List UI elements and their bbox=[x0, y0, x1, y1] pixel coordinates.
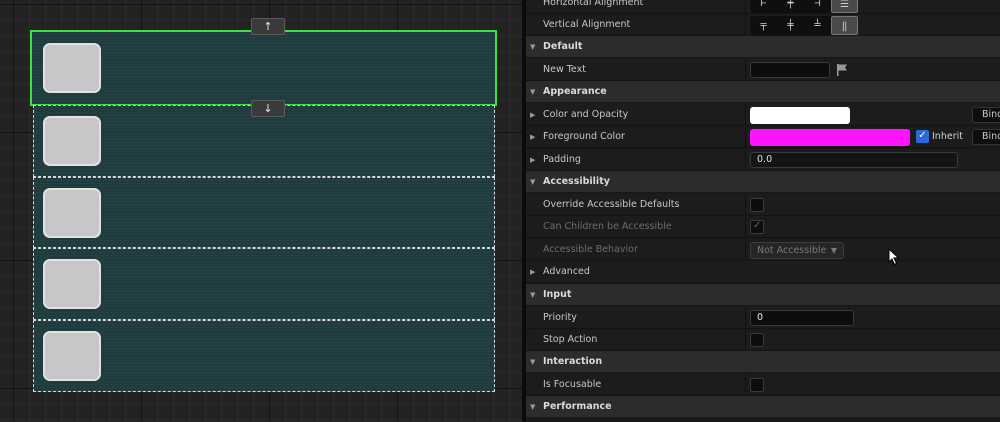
is-focusable-checkbox[interactable] bbox=[750, 378, 764, 392]
horizontal-alignment-label: Horizontal Alignment bbox=[543, 0, 644, 8]
arrow-up-icon: ↑ bbox=[263, 20, 273, 33]
chevron-down-icon: ▼ bbox=[830, 246, 837, 255]
advanced-row[interactable]: ▶ Advanced bbox=[526, 261, 1000, 283]
arrow-down-icon: ↓ bbox=[263, 102, 273, 115]
horizontal-alignment-group: ⊢ ┿ ⊣ ☰ bbox=[750, 0, 858, 13]
category-performance[interactable]: ▼ Performance bbox=[526, 396, 1000, 418]
chevron-right-icon[interactable]: ▶ bbox=[530, 126, 535, 148]
horizontal-alignment-row: Horizontal Alignment ⊢ ┿ ⊣ ☰ bbox=[526, 0, 1000, 14]
foreground-color-row: ▶ Foreground Color ✓ Inherit Bind bbox=[526, 126, 1000, 148]
category-label: Appearance bbox=[543, 86, 607, 97]
bind-button[interactable]: Bind bbox=[972, 107, 1000, 123]
chevron-right-icon[interactable]: ▶ bbox=[530, 149, 535, 171]
align-fill-icon[interactable]: ☰ bbox=[831, 0, 858, 13]
chevron-down-icon: ▼ bbox=[530, 403, 536, 411]
list-item-slot-3[interactable] bbox=[33, 177, 495, 248]
vertical-alignment-row: Vertical Alignment ╤ ╪ ╧ ‖ bbox=[526, 14, 1000, 36]
slot-image-placeholder bbox=[43, 331, 101, 381]
color-and-opacity-swatch[interactable] bbox=[750, 107, 850, 124]
category-appearance[interactable]: ▼ Appearance bbox=[526, 81, 1000, 103]
list-item-slot-5[interactable] bbox=[33, 320, 495, 392]
chevron-down-icon: ▼ bbox=[530, 88, 536, 96]
priority-label: Priority bbox=[543, 312, 577, 323]
chevron-down-icon: ▼ bbox=[530, 291, 536, 299]
padding-label: Padding bbox=[543, 154, 581, 165]
stop-action-checkbox[interactable] bbox=[750, 333, 764, 347]
can-children-be-accessible-row: Can Children be Accessible bbox=[526, 216, 1000, 238]
inherit-checkbox[interactable]: ✓ bbox=[916, 130, 929, 143]
chevron-right-icon[interactable]: ▶ bbox=[530, 104, 535, 126]
align-top-icon[interactable]: ╤ bbox=[750, 16, 777, 35]
can-children-be-accessible-checkbox bbox=[750, 220, 764, 234]
priority-field[interactable]: 0 bbox=[750, 310, 854, 326]
chevron-down-icon: ▼ bbox=[530, 178, 536, 186]
accessible-behavior-row: Accessible Behavior Not Accessible ▼ bbox=[526, 239, 1000, 261]
category-interaction[interactable]: ▼ Interaction bbox=[526, 351, 1000, 373]
align-center-icon[interactable]: ┿ bbox=[777, 0, 804, 13]
override-accessible-defaults-row: Override Accessible Defaults bbox=[526, 194, 1000, 216]
stop-action-row: Stop Action bbox=[526, 329, 1000, 351]
chevron-down-icon: ▼ bbox=[530, 358, 536, 366]
new-text-label: New Text bbox=[543, 64, 586, 75]
slot-image-placeholder bbox=[43, 188, 101, 238]
can-children-be-accessible-label: Can Children be Accessible bbox=[543, 221, 672, 232]
chevron-down-icon: ▼ bbox=[530, 43, 536, 51]
designer-canvas[interactable]: ↑ ↓ bbox=[0, 0, 522, 422]
mouse-cursor-icon bbox=[888, 248, 900, 266]
align-right-icon[interactable]: ⊣ bbox=[804, 0, 831, 13]
align-middle-icon[interactable]: ╪ bbox=[777, 16, 804, 35]
category-input[interactable]: ▼ Input bbox=[526, 284, 1000, 306]
advanced-label: Advanced bbox=[543, 266, 590, 277]
accessible-behavior-value: Not Accessible bbox=[757, 245, 827, 256]
slot-image-placeholder bbox=[43, 116, 101, 166]
move-up-button[interactable]: ↑ bbox=[251, 18, 285, 35]
move-down-button[interactable]: ↓ bbox=[251, 100, 285, 117]
details-panel: Horizontal Alignment ⊢ ┿ ⊣ ☰ Vertical Al… bbox=[526, 0, 1000, 422]
category-label: Interaction bbox=[543, 356, 603, 367]
category-label: Performance bbox=[543, 401, 612, 412]
inherit-label: Inherit bbox=[932, 131, 963, 142]
vertical-alignment-group: ╤ ╪ ╧ ‖ bbox=[750, 16, 858, 35]
foreground-color-swatch[interactable] bbox=[750, 129, 910, 146]
accessible-behavior-dropdown: Not Accessible ▼ bbox=[750, 242, 844, 259]
align-left-icon[interactable]: ⊢ bbox=[750, 0, 777, 13]
list-item-slot-1[interactable] bbox=[30, 30, 497, 106]
bind-button[interactable]: Bind bbox=[972, 129, 1000, 145]
foreground-color-label: Foreground Color bbox=[543, 131, 625, 142]
align-bottom-icon[interactable]: ╧ bbox=[804, 16, 831, 35]
category-default[interactable]: ▼ Default bbox=[526, 36, 1000, 58]
override-accessible-defaults-checkbox[interactable] bbox=[750, 198, 764, 212]
category-label: Input bbox=[543, 289, 572, 300]
slot-image-placeholder bbox=[43, 43, 101, 93]
accessible-behavior-label: Accessible Behavior bbox=[543, 244, 638, 255]
chevron-right-icon[interactable]: ▶ bbox=[530, 261, 535, 283]
override-accessible-defaults-label: Override Accessible Defaults bbox=[543, 199, 680, 210]
vertical-alignment-label: Vertical Alignment bbox=[543, 19, 631, 30]
color-and-opacity-label: Color and Opacity bbox=[543, 109, 629, 120]
new-text-row: New Text bbox=[526, 59, 1000, 81]
priority-row: Priority 0 bbox=[526, 307, 1000, 329]
padding-field[interactable]: 0.0 bbox=[750, 152, 958, 168]
align-fill-icon[interactable]: ‖ bbox=[831, 16, 858, 35]
new-text-field[interactable] bbox=[750, 62, 830, 78]
category-label: Default bbox=[543, 41, 583, 52]
is-focusable-row: Is Focusable bbox=[526, 374, 1000, 396]
slot-image-placeholder bbox=[43, 259, 101, 309]
localization-flag-icon[interactable] bbox=[836, 63, 848, 77]
category-label: Accessibility bbox=[543, 176, 610, 187]
category-accessibility[interactable]: ▼ Accessibility bbox=[526, 171, 1000, 193]
is-focusable-label: Is Focusable bbox=[543, 379, 602, 390]
list-item-slot-4[interactable] bbox=[33, 248, 495, 320]
padding-row: ▶ Padding 0.0 bbox=[526, 149, 1000, 171]
stop-action-label: Stop Action bbox=[543, 334, 598, 345]
color-and-opacity-row: ▶ Color and Opacity Bind bbox=[526, 104, 1000, 126]
